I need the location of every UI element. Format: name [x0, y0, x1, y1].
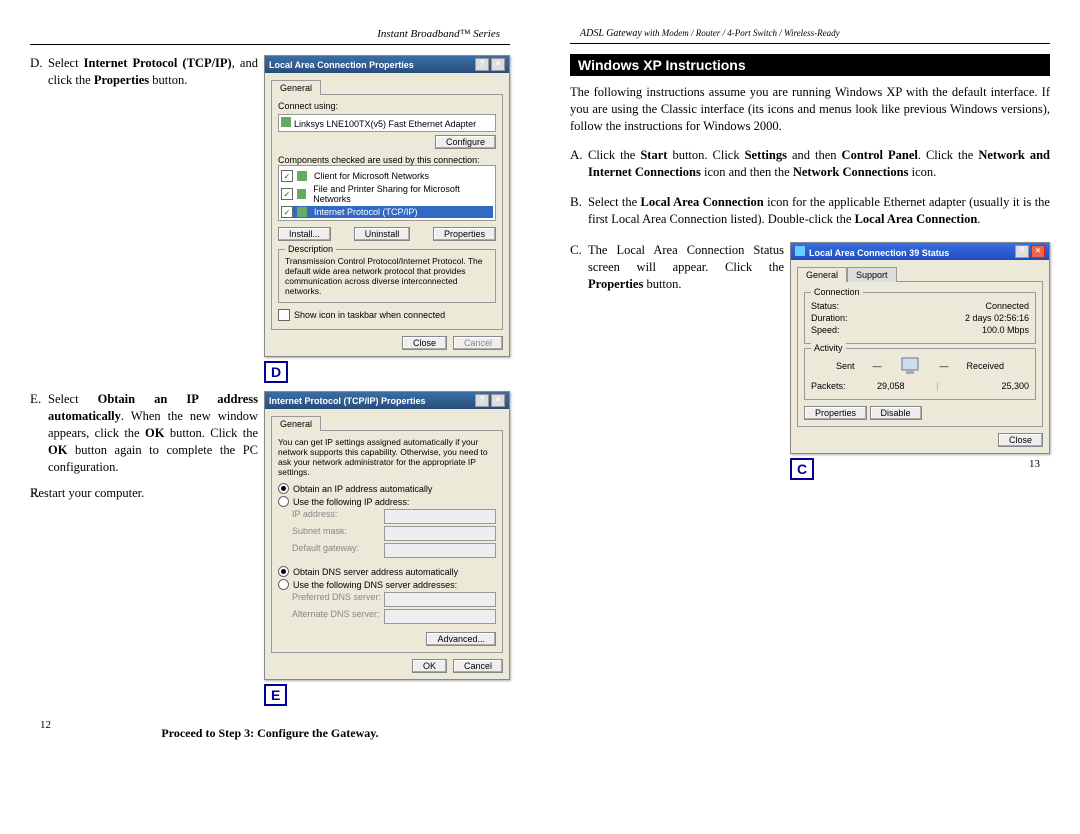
radio-icon[interactable] [278, 496, 289, 507]
left-page: Instant Broadband™ Series D. Select Inte… [30, 28, 510, 741]
activity-group: Activity [811, 343, 846, 353]
right-page: ADSL Gateway with Modem / Router / 4-Por… [570, 28, 1050, 480]
properties-button[interactable]: Properties [804, 406, 867, 420]
letter-D: D. [30, 55, 48, 383]
radio-icon[interactable] [278, 483, 289, 494]
title-E: Internet Protocol (TCP/IP) Properties [269, 396, 426, 406]
tcpip-intro: You can get IP settings assigned automat… [278, 437, 496, 477]
text-E: Select Obtain an IP address automaticall… [48, 391, 258, 475]
gateway-input [384, 543, 496, 558]
text-B: Select the Local Area Connection icon fo… [588, 194, 1050, 228]
instr-D: D. Select Internet Protocol (TCP/IP), an… [30, 55, 510, 383]
fig-D: Local Area Connection Properties ?× Gene… [264, 55, 510, 383]
left-header: Instant Broadband™ Series [30, 28, 510, 40]
title-C: Local Area Connection 39 Status [809, 248, 949, 258]
fig-label-D: D [264, 361, 288, 383]
instr-C: C. The Local Area Connection Status scre… [570, 242, 1050, 480]
letter-B: B. [570, 194, 588, 234]
recv-packets: 25,300 [938, 381, 1029, 391]
intro-text: The following instructions assume you ar… [570, 84, 1050, 135]
connect-using-label: Connect using: [278, 101, 496, 111]
tab-general[interactable]: General [797, 267, 847, 282]
text-A: Click the Start button. Click Settings a… [588, 147, 1050, 181]
description-label: Description [285, 244, 336, 254]
pdns-input [384, 592, 496, 607]
help-icon[interactable]: ? [475, 58, 489, 71]
checkbox-icon[interactable] [278, 309, 290, 321]
pagenum-right: 13 [1029, 458, 1040, 470]
adapter-icon [281, 117, 291, 127]
close-icon[interactable]: × [1031, 245, 1045, 258]
right-rule [570, 43, 1050, 44]
pagenum-left: 12 [40, 719, 51, 731]
right-header: ADSL Gateway with Modem / Router / 4-Por… [570, 28, 1050, 39]
install-button[interactable]: Install... [278, 227, 331, 241]
checkbox-icon[interactable] [281, 170, 293, 182]
letter-E: E. [30, 391, 48, 706]
instr-B: B. Select the Local Area Connection icon… [570, 194, 1050, 234]
close-icon[interactable]: × [491, 394, 505, 407]
section-header: Windows XP Instructions [570, 54, 1050, 76]
fig-E: Internet Protocol (TCP/IP) Properties ?×… [264, 391, 510, 706]
text-D: Select Internet Protocol (TCP/IP), and c… [48, 55, 258, 377]
text-C: The Local Area Connection Status screen … [588, 242, 784, 474]
components-label: Components checked are used by this conn… [278, 155, 496, 165]
properties-button[interactable]: Properties [433, 227, 496, 241]
status-value: Connected [985, 301, 1029, 311]
advanced-button[interactable]: Advanced... [426, 632, 496, 646]
fig-C: Local Area Connection 39 Status ?× Gener… [790, 242, 1050, 480]
help-icon[interactable]: ? [1015, 245, 1029, 258]
tab-general[interactable]: General [271, 416, 321, 431]
subnet-input [384, 526, 496, 541]
cancel-button[interactable]: Cancel [453, 336, 503, 350]
cancel-button[interactable]: Cancel [453, 659, 503, 673]
tab-general[interactable]: General [271, 80, 321, 95]
computer-icon [899, 357, 921, 375]
connection-group: Connection [811, 287, 863, 297]
help-icon[interactable]: ? [475, 394, 489, 407]
titlebar-C: Local Area Connection 39 Status ?× [791, 243, 1049, 260]
left-rule [30, 44, 510, 45]
dialog-lac-properties: Local Area Connection Properties ?× Gene… [264, 55, 510, 357]
checkbox-icon[interactable] [281, 206, 293, 218]
titlebar-E: Internet Protocol (TCP/IP) Properties ?× [265, 392, 509, 409]
close-button[interactable]: Close [998, 433, 1043, 447]
close-icon[interactable]: × [491, 58, 505, 71]
adapter-box: Linksys LNE100TX(v5) Fast Ethernet Adapt… [278, 114, 496, 132]
ip-input [384, 509, 496, 524]
letter-A: A. [570, 147, 588, 187]
dialog-lac-status: Local Area Connection 39 Status ?× Gener… [790, 242, 1050, 454]
radio-icon[interactable] [278, 579, 289, 590]
adns-input [384, 609, 496, 624]
text-F: Restart your computer. [30, 485, 258, 502]
dialog-tcpip-properties: Internet Protocol (TCP/IP) Properties ?×… [264, 391, 510, 680]
speed-value: 100.0 Mbps [982, 325, 1029, 335]
proceed-text: Proceed to Step 3: Configure the Gateway… [30, 726, 510, 741]
instr-A: A. Click the Start button. Click Setting… [570, 147, 1050, 187]
title-D: Local Area Connection Properties [269, 60, 414, 70]
checkbox-icon[interactable] [281, 188, 293, 200]
disable-button[interactable]: Disable [870, 406, 922, 420]
radio-icon[interactable] [278, 566, 289, 577]
instr-E: E. Select Obtain an IP address automatic… [30, 391, 510, 706]
network-icon [795, 246, 805, 256]
ok-button[interactable]: OK [412, 659, 447, 673]
tab-support[interactable]: Support [847, 267, 897, 282]
fig-label-E: E [264, 684, 287, 706]
components-list[interactable]: Client for Microsoft Networks File and P… [278, 165, 496, 221]
sent-packets: 29,058 [846, 381, 937, 391]
configure-button[interactable]: Configure [435, 135, 496, 149]
description-text: Transmission Control Protocol/Internet P… [285, 256, 489, 296]
letter-C: C. [570, 242, 588, 480]
titlebar-D: Local Area Connection Properties ?× [265, 56, 509, 73]
duration-value: 2 days 02:56:16 [965, 313, 1029, 323]
uninstall-button[interactable]: Uninstall [354, 227, 411, 241]
fig-label-C: C [790, 458, 814, 480]
close-button[interactable]: Close [402, 336, 447, 350]
